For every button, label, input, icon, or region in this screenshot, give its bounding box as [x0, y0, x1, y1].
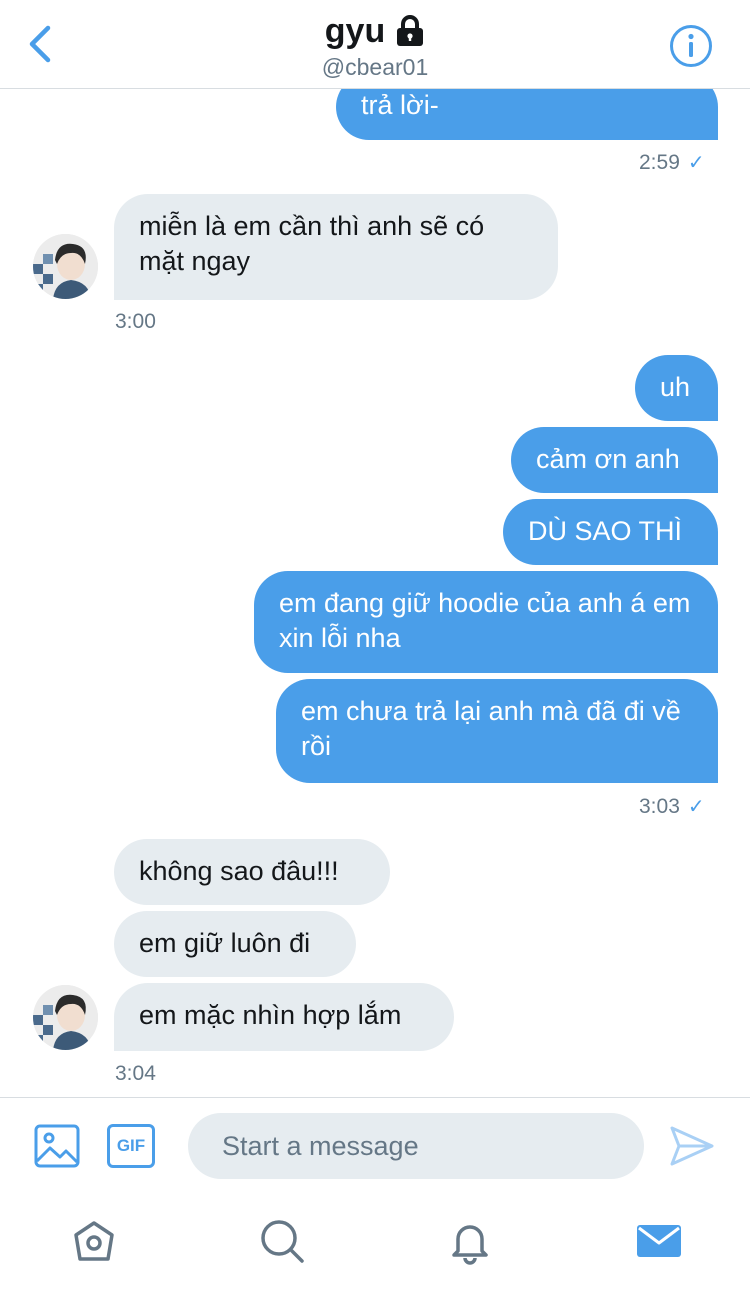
conversation-header: gyu @cbear01 [0, 0, 750, 89]
title-block: gyu @cbear01 [0, 10, 750, 81]
mail-icon[interactable] [635, 1217, 683, 1265]
message-text: không sao đâu!!! [139, 856, 339, 886]
message-bubble-received[interactable]: không sao đâu!!! [114, 839, 390, 905]
message-text: DÙ SAO THÌ [528, 516, 683, 546]
gif-label: GIF [116, 1136, 146, 1155]
message-text: trả lời- [361, 90, 439, 120]
message-bubble-sent[interactable]: em đang giữ hoodie của anh á em xin lỗi … [254, 571, 718, 673]
search-icon[interactable] [258, 1217, 306, 1265]
contact-name: gyu [324, 11, 386, 50]
message-bubble-received[interactable]: em giữ luôn đi [114, 911, 356, 977]
message-input[interactable] [188, 1113, 644, 1179]
message-bubble-received[interactable]: miễn là em cần thì anh sẽ có mặt ngay [114, 194, 558, 300]
avatar-image [33, 985, 98, 1050]
message-bubble-sent[interactable]: em chưa trả lại anh mà đã đi về rồi [276, 679, 718, 783]
message-timestamp: 2:59 ✓ [639, 151, 705, 174]
message-timestamp: 3:03 ✓ [639, 795, 705, 818]
message-bubble-sent[interactable]: DÙ SAO THÌ [503, 499, 718, 565]
message-text: em mặc nhìn hợp lắm [139, 1000, 402, 1030]
conversation-title: gyu [325, 10, 425, 52]
bell-icon[interactable] [446, 1217, 494, 1265]
contact-handle: @cbear01 [321, 54, 429, 80]
message-timestamp: 3:00 [115, 310, 156, 333]
message-text: cảm ơn anh [536, 444, 680, 474]
message-timestamp: 3:04 [115, 1062, 156, 1085]
message-bubble-received[interactable]: em mặc nhìn hợp lắm [114, 983, 454, 1051]
image-icon[interactable] [34, 1124, 80, 1168]
message-bubble-sent[interactable]: uh [635, 355, 718, 421]
message-text: em đang giữ hoodie của anh á em xin lỗi … [279, 588, 691, 653]
avatar[interactable] [33, 234, 98, 299]
message-composer: GIF [0, 1097, 750, 1197]
send-icon[interactable] [668, 1122, 716, 1170]
message-text: miễn là em cần thì anh sẽ có mặt ngay [139, 211, 485, 276]
avatar[interactable] [33, 985, 98, 1050]
info-icon[interactable] [669, 24, 713, 68]
message-text: uh [660, 372, 691, 402]
message-text: em giữ luôn đi [139, 928, 311, 958]
avatar-image [33, 234, 98, 299]
read-check-icon: ✓ [687, 796, 705, 818]
message-bubble-sent[interactable]: cảm ơn anh [511, 427, 718, 493]
home-icon[interactable] [70, 1217, 118, 1265]
message-text: em chưa trả lại anh mà đã đi về rồi [301, 696, 681, 761]
lock-icon [397, 15, 424, 46]
gif-button[interactable]: GIF [107, 1124, 155, 1168]
read-check-icon: ✓ [687, 152, 705, 174]
bottom-tab-bar [0, 1197, 750, 1294]
